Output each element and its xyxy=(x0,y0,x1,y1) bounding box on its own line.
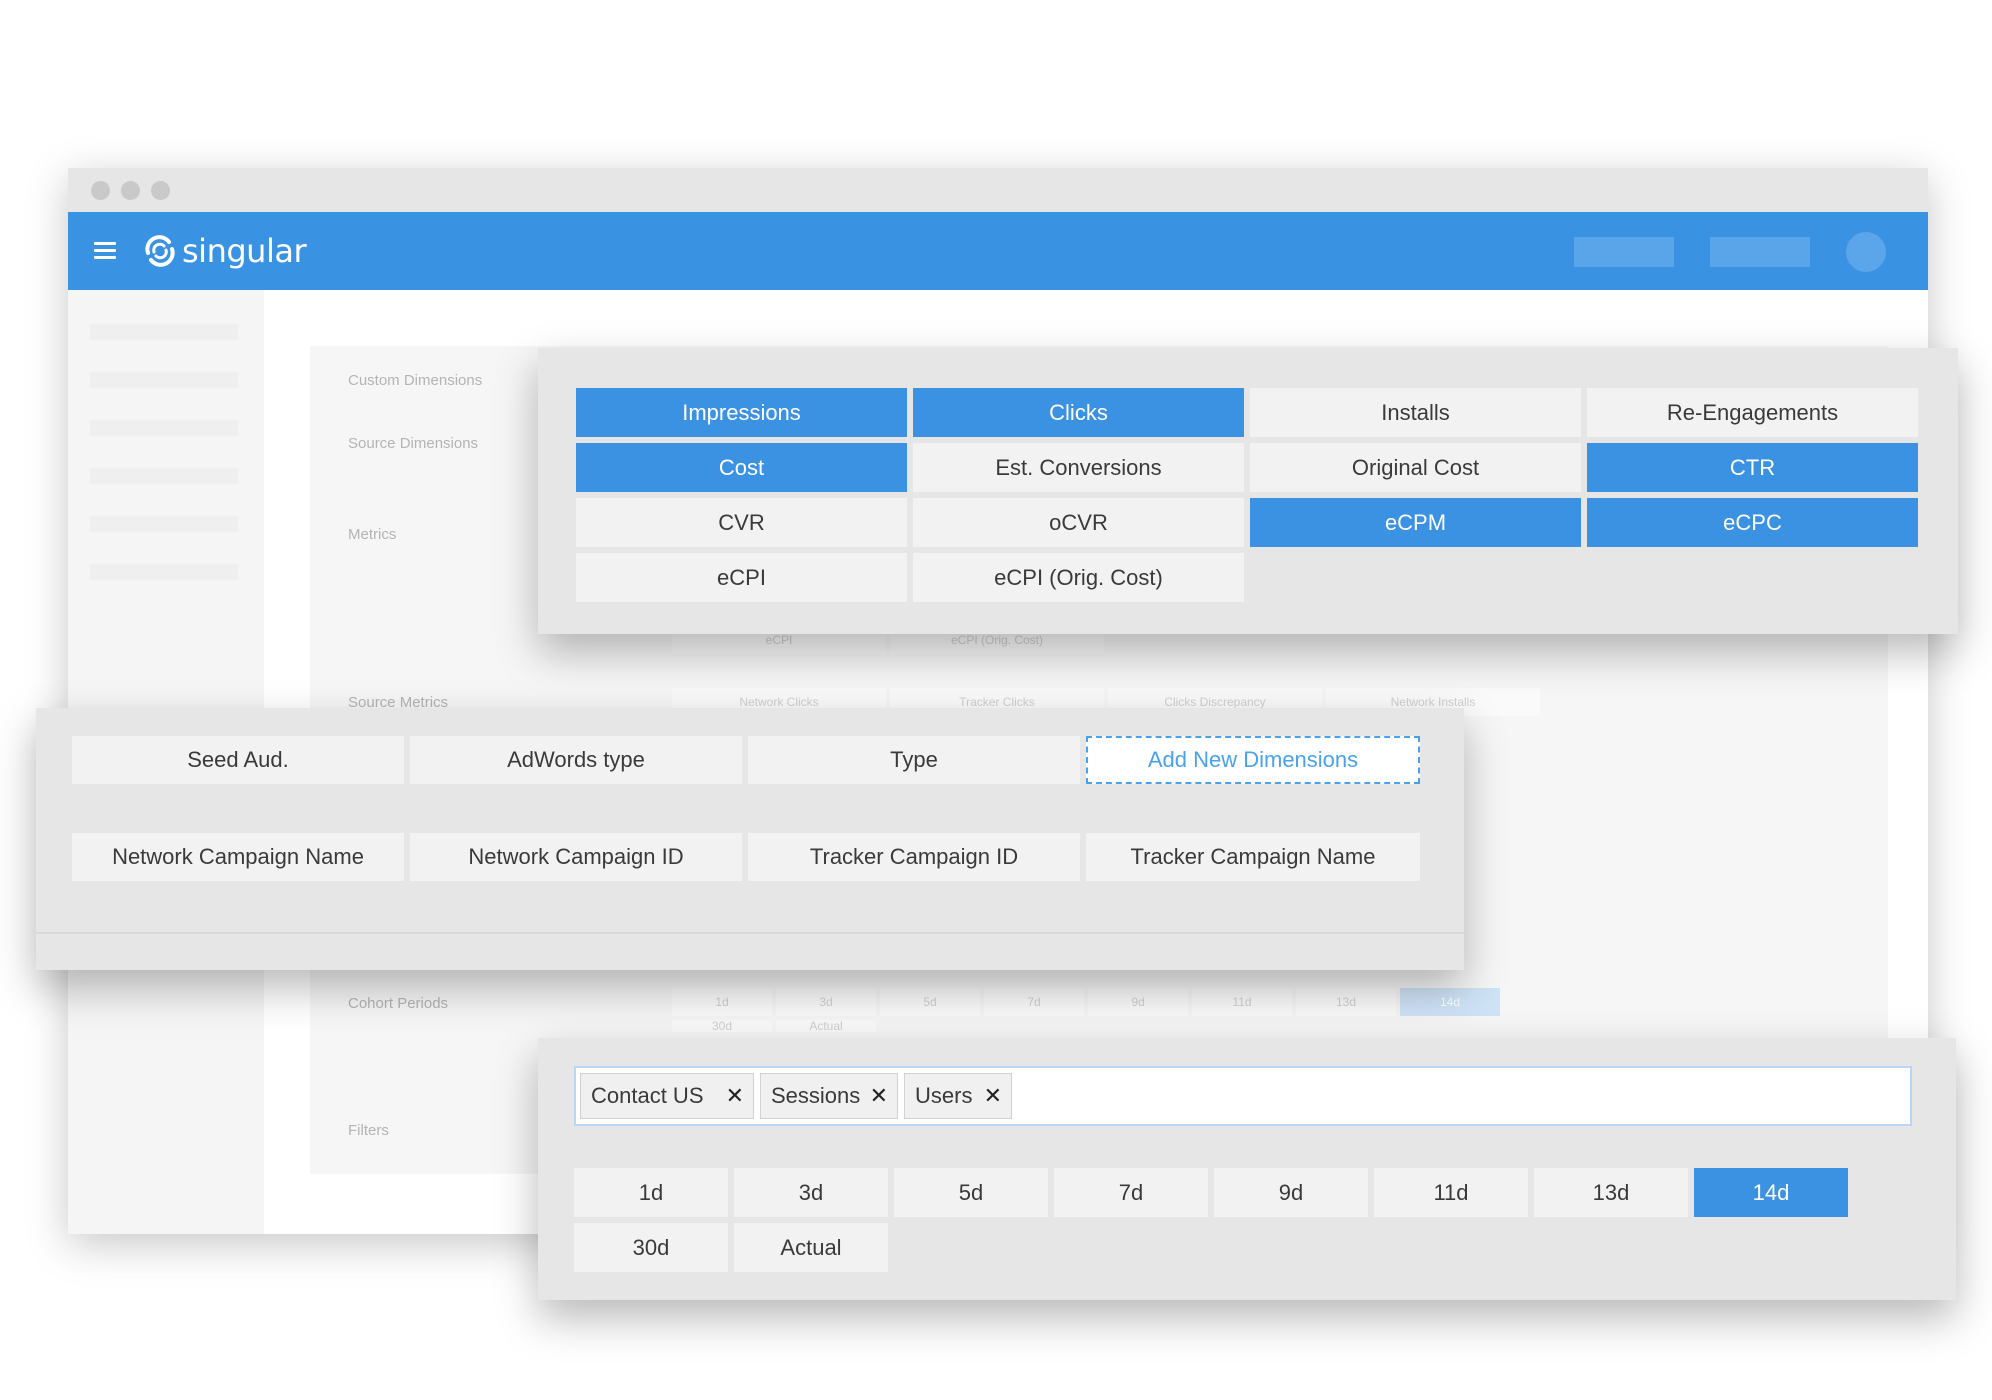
close-icon[interactable]: ✕ xyxy=(984,1074,1002,1118)
cohort-period-option[interactable]: 5d xyxy=(894,1168,1048,1217)
source-dimension-tracker-campaign-name[interactable]: Tracker Campaign Name xyxy=(1086,833,1420,881)
cohort-filter-card: Contact US ✕ Sessions ✕ Users ✕ 1d 3d 5d 7d… xyxy=(538,1038,1956,1300)
cohort-period-option[interactable]: 3d xyxy=(734,1168,888,1217)
custom-dimensions-label: Custom Dimensions xyxy=(348,372,483,389)
header-button-2[interactable] xyxy=(1710,237,1810,267)
metric-option[interactable]: Impressions xyxy=(576,388,907,437)
tag-label: Users xyxy=(915,1083,973,1108)
tag-label: Sessions xyxy=(771,1083,861,1108)
ghost-cohort-cell: 13d xyxy=(1296,988,1396,1016)
cohort-period-option[interactable]: 9d xyxy=(1214,1168,1368,1217)
cohort-periods-label: Cohort Periods xyxy=(348,995,449,1012)
user-avatar[interactable] xyxy=(1846,232,1886,272)
ghost-cohort-cell: 14d xyxy=(1400,988,1500,1016)
ghost-cohort-cell: 5d xyxy=(880,988,980,1016)
sidebar-item[interactable] xyxy=(90,420,238,436)
cohort-period-option[interactable]: 13d xyxy=(1534,1168,1688,1217)
metric-option[interactable]: Est. Conversions xyxy=(913,443,1244,492)
ghost-cohort-cell: 1d xyxy=(672,988,772,1016)
metrics-tag-input[interactable]: Contact US ✕ Sessions ✕ Users ✕ xyxy=(574,1066,1912,1126)
close-icon[interactable]: ✕ xyxy=(726,1074,744,1118)
source-dimension-network-campaign-id[interactable]: Network Campaign ID xyxy=(410,833,742,881)
metric-option[interactable]: CVR xyxy=(576,498,907,547)
source-dimensions-label: Source Dimensions xyxy=(348,435,479,452)
singular-logo-icon xyxy=(145,235,175,267)
hamburger-menu-icon[interactable] xyxy=(94,242,116,260)
ghost-cohort-cell: 3d xyxy=(776,988,876,1016)
cohort-period-option[interactable]: 1d xyxy=(574,1168,728,1217)
ghost-cohort-cell: 11d xyxy=(1192,988,1292,1016)
ghost-cohort-cell: Actual xyxy=(776,1020,876,1032)
tag-contact-us: Contact US ✕ xyxy=(580,1073,754,1119)
window-maximize-dot[interactable] xyxy=(151,181,170,200)
metric-option[interactable]: Original Cost xyxy=(1250,443,1581,492)
metric-option[interactable]: eCPC xyxy=(1587,498,1918,547)
top-navigation-bar: singular xyxy=(68,212,1928,290)
source-dimension-tracker-campaign-id[interactable]: Tracker Campaign ID xyxy=(748,833,1080,881)
metric-option[interactable]: Cost xyxy=(576,443,907,492)
ghost-cohort-cell: 9d xyxy=(1088,988,1188,1016)
source-dimension-network-campaign-name[interactable]: Network Campaign Name xyxy=(72,833,404,881)
metric-option[interactable]: Clicks xyxy=(913,388,1244,437)
custom-dimension-seed-aud[interactable]: Seed Aud. xyxy=(72,736,404,784)
filters-label: Filters xyxy=(348,1122,389,1139)
sidebar-item[interactable] xyxy=(90,372,238,388)
metric-option[interactable]: oCVR xyxy=(913,498,1244,547)
tag-label: Contact US xyxy=(591,1083,704,1108)
custom-dimension-adwords-type[interactable]: AdWords type xyxy=(410,736,742,784)
card-divider xyxy=(36,932,1464,934)
cohort-period-option[interactable]: 7d xyxy=(1054,1168,1208,1217)
cohort-period-option[interactable]: 30d xyxy=(574,1223,728,1272)
ghost-cohort-cell: 7d xyxy=(984,988,1084,1016)
metric-option[interactable]: Re-Engagements xyxy=(1587,388,1918,437)
sidebar-item[interactable] xyxy=(90,324,238,340)
metric-option[interactable]: Installs xyxy=(1250,388,1581,437)
window-titlebar xyxy=(68,168,1928,212)
brand-name: singular xyxy=(182,232,307,270)
tag-users: Users ✕ xyxy=(904,1073,1012,1119)
sidebar-item[interactable] xyxy=(90,468,238,484)
metric-option[interactable]: eCPM xyxy=(1250,498,1581,547)
sidebar-item[interactable] xyxy=(90,516,238,532)
metric-option[interactable]: eCPI (Orig. Cost) xyxy=(913,553,1244,602)
close-icon[interactable]: ✕ xyxy=(870,1074,888,1118)
cohort-period-option[interactable]: 11d xyxy=(1374,1168,1528,1217)
window-close-dot[interactable] xyxy=(91,181,110,200)
custom-dimension-type[interactable]: Type xyxy=(748,736,1080,784)
sidebar-item[interactable] xyxy=(90,564,238,580)
dimensions-selector-card: Seed Aud. AdWords type Type Add New Dime… xyxy=(36,708,1464,970)
ghost-cohort-cell: 30d xyxy=(672,1020,772,1032)
add-new-dimensions-button[interactable]: Add New Dimensions xyxy=(1086,736,1420,784)
window-minimize-dot[interactable] xyxy=(121,181,140,200)
metric-option[interactable]: CTR xyxy=(1587,443,1918,492)
tag-sessions: Sessions ✕ xyxy=(760,1073,898,1119)
header-button-1[interactable] xyxy=(1574,237,1674,267)
metric-option[interactable]: eCPI xyxy=(576,553,907,602)
metrics-label: Metrics xyxy=(348,526,397,543)
cohort-period-option[interactable]: 14d xyxy=(1694,1168,1848,1217)
metrics-selector-card: Impressions Clicks Installs Re-Engagements C… xyxy=(538,348,1958,634)
cohort-period-option[interactable]: Actual xyxy=(734,1223,888,1272)
singular-logo[interactable]: singular xyxy=(142,226,307,276)
